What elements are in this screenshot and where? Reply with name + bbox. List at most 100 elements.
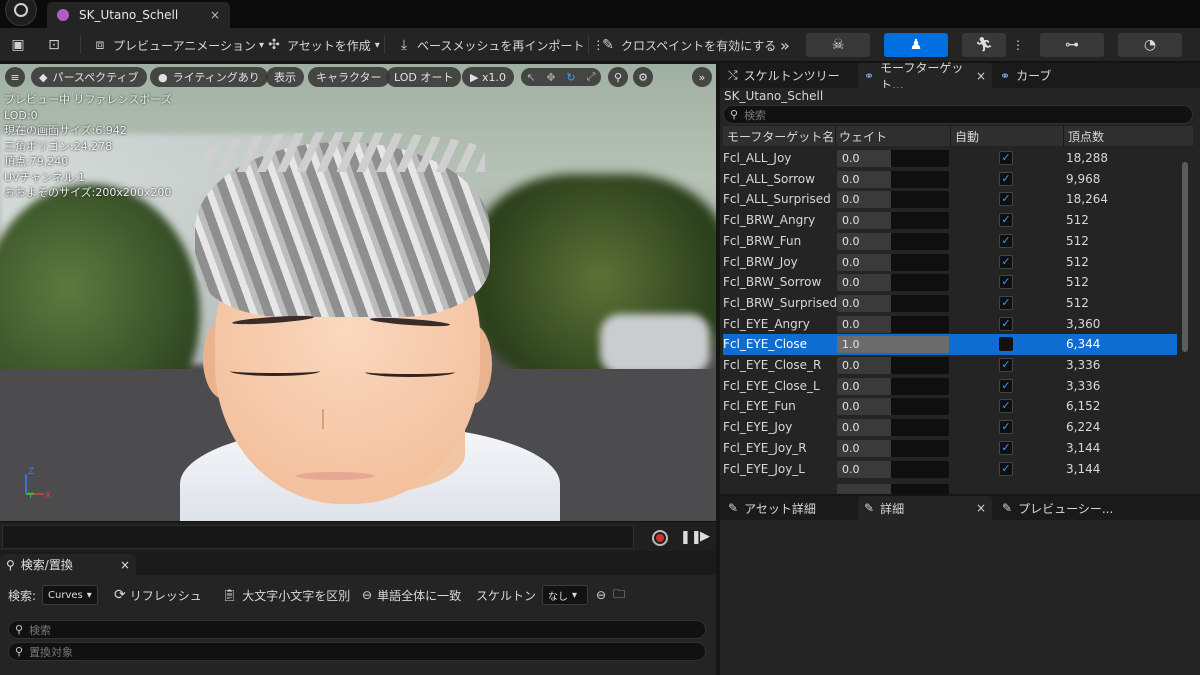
play-next-button[interactable]: ▶ — [700, 529, 710, 544]
weight-slider[interactable]: 0.0 — [837, 398, 949, 416]
weight-slider[interactable]: 0.0 — [837, 294, 949, 312]
use-selected-asset-icon[interactable]: ⊖ — [596, 588, 606, 602]
weight-slider[interactable]: 0.0 — [837, 460, 949, 478]
weight-slider[interactable]: 0.0 — [837, 419, 949, 437]
record-button[interactable] — [652, 530, 668, 546]
search-type-dropdown[interactable]: Curves ▾ — [42, 585, 99, 605]
table-row[interactable]: Fcl_EYE_Joy_R 0.0 ✓ 3,144 — [723, 438, 1177, 459]
toolbar-overflow-button[interactable]: » — [780, 33, 790, 57]
auto-checkbox[interactable]: ✓ — [999, 378, 1013, 393]
table-row[interactable]: Fcl_EYE_Close 1.0 6,344 — [723, 334, 1177, 355]
auto-checkbox[interactable] — [999, 337, 1013, 352]
refresh-button[interactable]: ⟳ リフレッシュ — [114, 583, 202, 607]
search-input[interactable]: ⚲ 検索 — [8, 620, 706, 639]
auto-checkbox[interactable]: ✓ — [999, 213, 1013, 228]
weight-slider[interactable]: 0.0 — [837, 170, 949, 188]
physics-mode-button[interactable]: ◔ — [1118, 33, 1182, 57]
col-name-header[interactable]: モーフターゲット名 — [727, 128, 834, 145]
asset-tab[interactable]: SK_Utano_Schell × — [47, 2, 230, 28]
tab-details[interactable]: ✎ 詳細 × — [858, 496, 992, 520]
table-row[interactable]: Fcl_EYE_Joy 0.0 ✓ 6,224 — [723, 417, 1177, 438]
table-row[interactable]: Fcl_EYE_Close_R 0.0 ✓ 3,336 — [723, 355, 1177, 376]
unreal-logo-icon[interactable] — [5, 0, 37, 26]
create-asset-dropdown[interactable]: ✣ アセットを作成 ▾ — [266, 33, 380, 57]
perspective-button[interactable]: ◆ パースペクティブ — [31, 67, 147, 87]
pause-button[interactable]: ❚❚ — [680, 530, 702, 545]
weight-slider[interactable]: 0.0 — [837, 212, 949, 230]
rotate-tool-icon[interactable]: ↻ — [561, 68, 581, 86]
auto-checkbox[interactable]: ✓ — [999, 420, 1013, 435]
whole-word-toggle[interactable]: ⊖ 単語全体に一致 — [362, 583, 461, 607]
play-speed-button[interactable]: ▶ x1.0 — [462, 67, 514, 87]
lod-button[interactable]: LOD オート — [386, 67, 462, 87]
auto-checkbox[interactable]: ✓ — [999, 440, 1013, 455]
close-tab-button[interactable]: × — [210, 8, 220, 22]
preview-viewport[interactable]: ≡ ◆ パースペクティブ ● ライティングあり 表示 キャラクター LOD オー… — [0, 64, 716, 521]
tab-skeleton-tree[interactable]: ⤭ スケルトンツリー — [722, 63, 856, 88]
animation-mode-button[interactable]: 🏃︎ — [962, 33, 1006, 57]
weight-slider[interactable]: 1.0 — [837, 336, 949, 354]
auto-checkbox[interactable]: ✓ — [999, 295, 1013, 310]
auto-checkbox[interactable]: ✓ — [999, 275, 1013, 290]
morph-list-scrollbar[interactable] — [1182, 162, 1188, 352]
table-row[interactable]: Fcl_BRW_Joy 0.0 ✓ 512 — [723, 252, 1177, 273]
reimport-base-mesh-button[interactable]: ⤓ ベースメッシュを再インポート ⋮ — [396, 33, 605, 57]
auto-checkbox[interactable]: ✓ — [999, 233, 1013, 248]
weight-slider[interactable]: 0.0 — [837, 377, 949, 395]
auto-checkbox[interactable]: ✓ — [999, 316, 1013, 331]
auto-checkbox[interactable]: ✓ — [999, 358, 1013, 372]
character-button[interactable]: キャラクター — [308, 67, 390, 87]
bone-tool-icon[interactable]: ⚲ — [608, 67, 628, 87]
table-row[interactable]: Fcl_EYE_Angry 0.0 ✓ 3,360 — [723, 314, 1177, 335]
close-tab-button[interactable]: × — [976, 501, 986, 515]
table-row[interactable]: Fcl_BRW_Fun 0.0 ✓ 512 — [723, 231, 1177, 252]
replace-input[interactable]: ⚲ 置換対象 — [8, 642, 706, 661]
viewport-menu-button[interactable]: ≡ — [5, 67, 25, 87]
close-tab-button[interactable]: × — [120, 558, 130, 572]
table-row[interactable]: Fcl_ALL_Joy 0.0 ✓ 18,288 — [723, 148, 1177, 169]
table-row[interactable]: Fcl_ALL_Sorrow 0.0 ✓ 9,968 — [723, 169, 1177, 190]
skeleton-dropdown[interactable]: なし ▾ — [542, 585, 589, 605]
col-auto-header[interactable]: 自動 — [955, 128, 979, 145]
weight-slider[interactable]: 0.0 — [837, 315, 949, 333]
table-row[interactable]: Fcl_BRW_Sorrow 0.0 ✓ 512 — [723, 272, 1177, 293]
auto-checkbox[interactable]: ✓ — [999, 192, 1013, 207]
camera-settings-icon[interactable]: ⚙ — [633, 67, 653, 87]
tab-curves[interactable]: ⚭ カーブ — [994, 63, 1094, 88]
search-replace-tab[interactable]: ⚲ 検索/置換 × — [0, 554, 136, 575]
auto-checkbox[interactable]: ✓ — [999, 254, 1013, 269]
mode-more-options-icon[interactable]: ⋮ — [1012, 33, 1024, 57]
translate-tool-icon[interactable]: ✥ — [541, 68, 561, 86]
enable-cloth-paint-button[interactable]: ✎ クロスペイントを有効にする — [600, 33, 776, 57]
scale-tool-icon[interactable]: ⤢ — [581, 68, 601, 86]
table-row[interactable]: Fcl_BRW_Angry 0.0 ✓ 512 — [723, 210, 1177, 231]
col-vertices-header[interactable]: 頂点数 — [1068, 128, 1104, 145]
preview-animation-dropdown[interactable]: ⧈ プレビューアニメーション ▾ — [92, 33, 265, 57]
tab-preview-scene[interactable]: ✎ プレビューシー... — [996, 496, 1130, 520]
table-row[interactable]: Fcl_EYE_Fun 0.0 ✓ 6,152 — [723, 396, 1177, 417]
browse-folder-icon[interactable]: 🗀︎ — [613, 585, 625, 606]
blueprint-mode-button[interactable]: ⊶ — [1040, 33, 1104, 57]
match-case-toggle[interactable]: 📋︎ 大文字小文字を区別 — [222, 583, 350, 607]
weight-slider[interactable]: 0.0 — [837, 150, 949, 167]
timeline-track[interactable] — [2, 525, 634, 549]
select-tool-icon[interactable]: ↖ — [521, 68, 541, 86]
tab-morph-targets[interactable]: ⚭ モーフターゲット... × — [858, 61, 992, 92]
weight-slider[interactable]: 0.0 — [837, 274, 949, 292]
save-button[interactable]: ▣ — [10, 33, 31, 57]
viewport-expand-button[interactable]: » — [692, 67, 712, 87]
morph-search-input[interactable]: ⚲ 検索 — [723, 105, 1193, 124]
show-button[interactable]: 表示 — [266, 67, 304, 87]
col-weight-header[interactable]: ウェイト — [839, 128, 887, 145]
weight-slider[interactable]: 0.0 — [837, 232, 949, 250]
auto-checkbox[interactable]: ✓ — [999, 171, 1013, 186]
auto-checkbox[interactable]: ✓ — [999, 151, 1013, 165]
lighting-button[interactable]: ● ライティングあり — [150, 67, 268, 87]
weight-slider[interactable]: 0.0 — [837, 253, 949, 271]
table-row[interactable]: Fcl_ALL_Surprised 0.0 ✓ 18,264 — [723, 189, 1177, 210]
skeleton-mode-button[interactable]: ☠ — [806, 33, 870, 57]
browse-asset-button[interactable]: ⊡ — [46, 33, 67, 57]
tab-asset-details[interactable]: ✎ アセット詳細 — [722, 496, 856, 520]
auto-checkbox[interactable]: ✓ — [999, 461, 1013, 476]
weight-slider[interactable]: 0.0 — [837, 357, 949, 374]
